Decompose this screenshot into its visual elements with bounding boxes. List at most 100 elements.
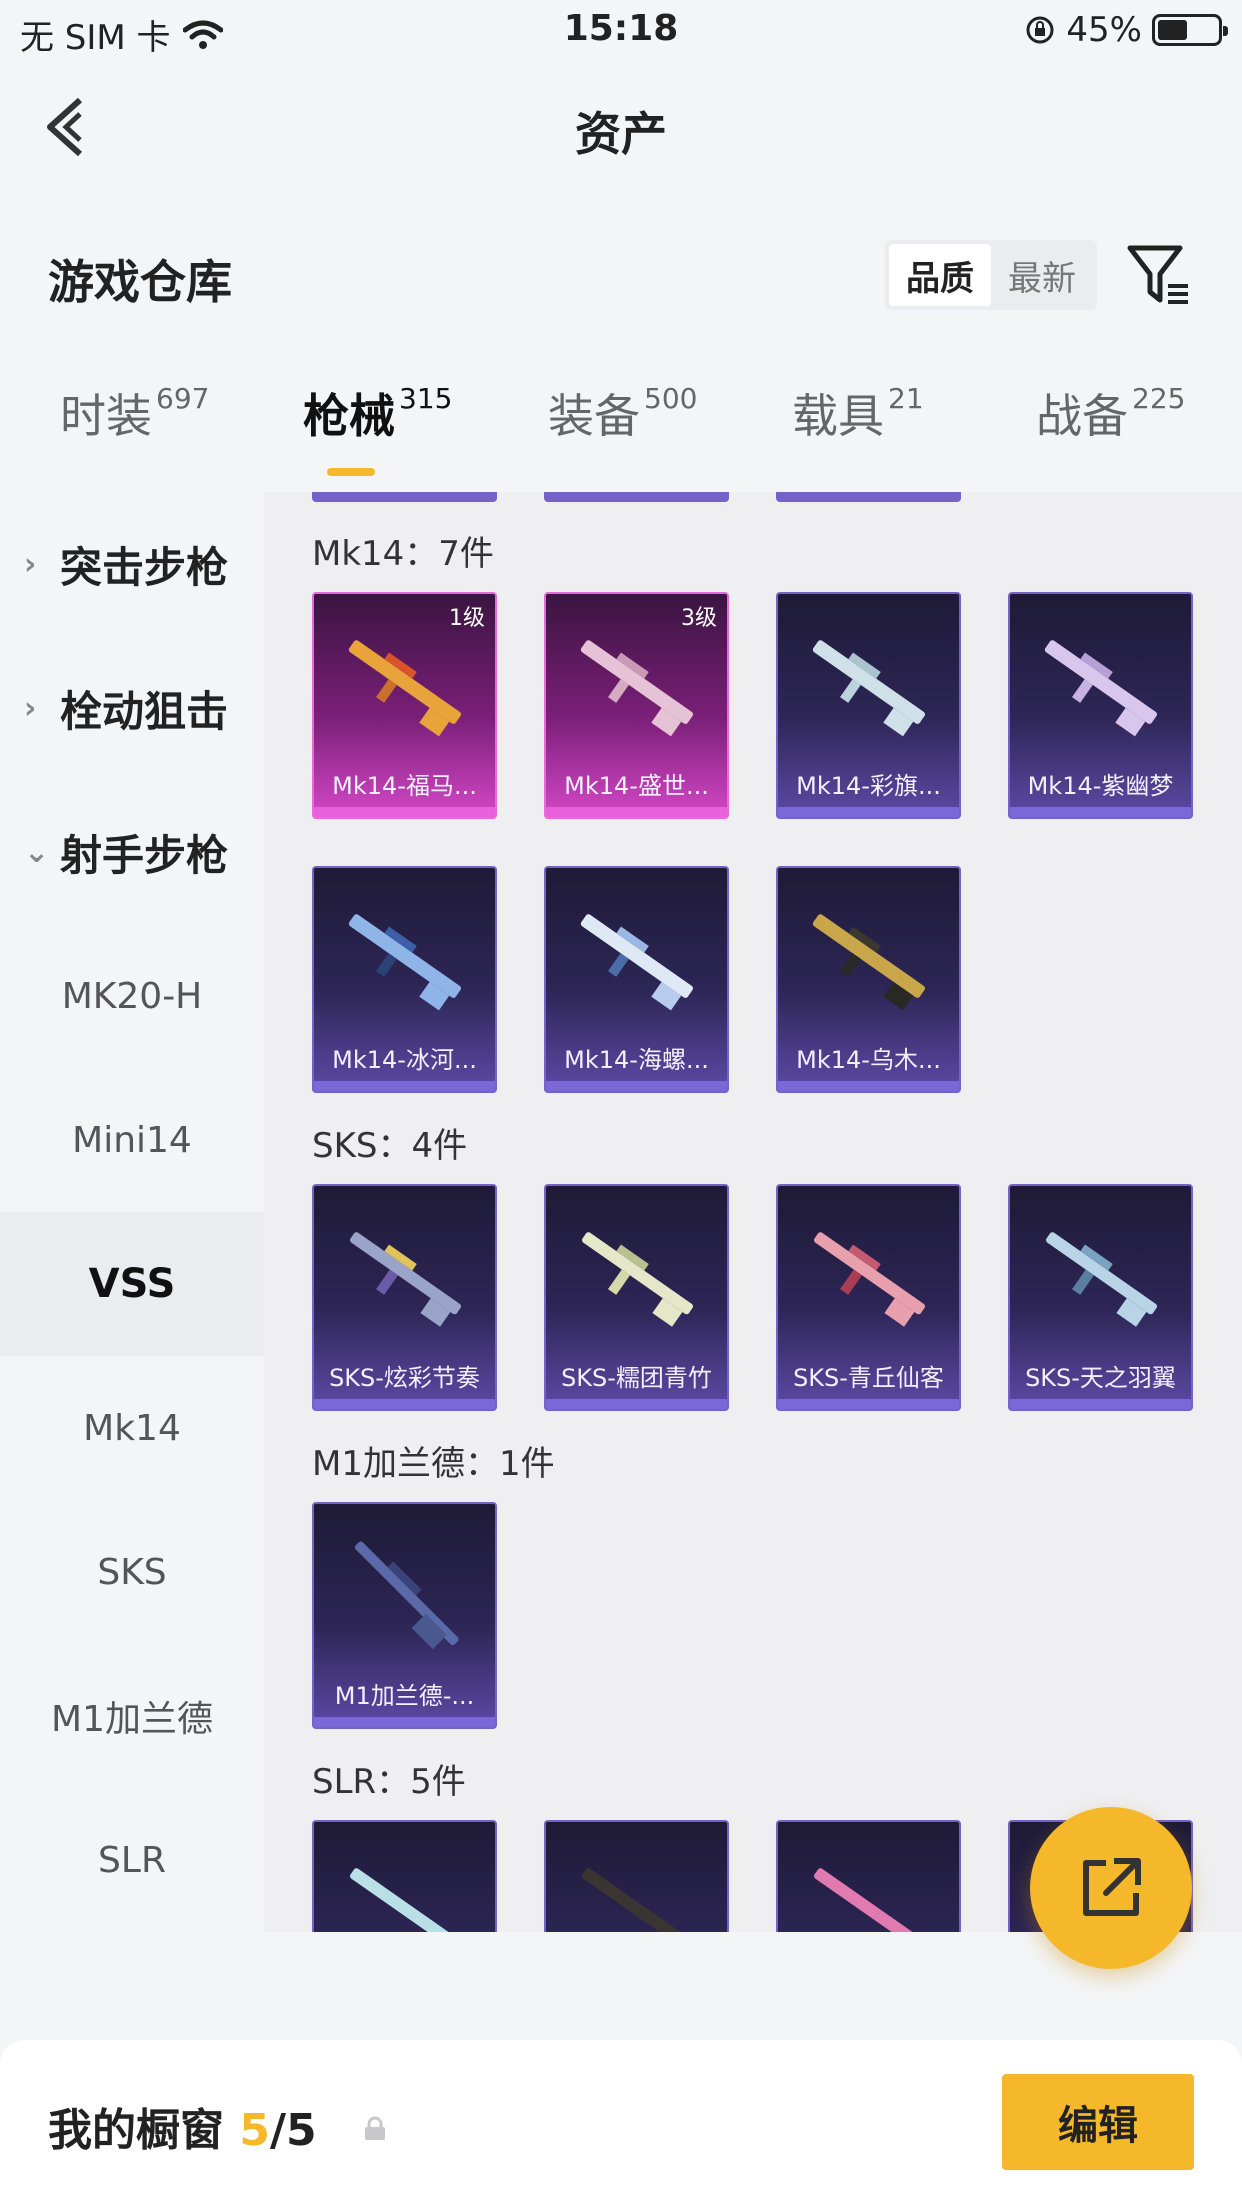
item-card[interactable] <box>544 1820 729 1932</box>
lock-icon <box>365 2116 385 2140</box>
warehouse-title: 游戏仓库 <box>48 255 232 309</box>
rifle-icon <box>814 1868 926 1932</box>
item-name: SKS-天之羽翼 <box>1025 1364 1176 1392</box>
tab-equipment[interactable]: 装备 500 <box>548 380 697 480</box>
card-edge <box>312 492 497 502</box>
tab-count: 500 <box>644 382 698 415</box>
sidebar-item-mini14[interactable]: Mini14 <box>0 1068 264 1212</box>
rarity-bar <box>546 807 727 817</box>
edit-button[interactable]: 编辑 <box>1002 2074 1194 2170</box>
item-name: Mk14-冰河... <box>332 1046 477 1074</box>
rifle-icon <box>812 914 926 1011</box>
rarity-bar <box>546 1399 727 1409</box>
sidebar-item-sks[interactable]: SKS <box>0 1500 264 1644</box>
chevron-right-icon: › <box>24 690 37 726</box>
item-card[interactable]: Mk14-彩旗... <box>776 592 961 819</box>
item-card[interactable]: SKS-炫彩节奏 <box>312 1184 497 1411</box>
sort-quality-button[interactable]: 品质 <box>889 244 991 306</box>
tab-label: 载具 <box>792 389 884 443</box>
chevron-right-icon: › <box>24 546 37 582</box>
chevron-down-icon: ⌄ <box>24 834 50 870</box>
filter-icon <box>1127 245 1188 304</box>
item-card[interactable]: SKS-天之羽翼 <box>1008 1184 1193 1411</box>
share-button[interactable] <box>1030 1807 1192 1969</box>
item-name: SKS-糯团青竹 <box>561 1364 712 1392</box>
tab-count: 697 <box>156 382 210 415</box>
showcase-label: 我的橱窗 5/5 <box>48 2094 317 2158</box>
item-card[interactable]: Mk14-乌木... <box>776 866 961 1093</box>
item-name: M1加兰德-... <box>334 1682 475 1710</box>
section-header-sks: SKS：4件 <box>312 1126 468 1166</box>
sidebar-item-mk20h[interactable]: MK20-H <box>0 924 264 1068</box>
showcase-current: 5 <box>239 2105 270 2156</box>
sidebar-item-vss[interactable]: VSS <box>0 1212 264 1356</box>
tab-fashion[interactable]: 时装 697 <box>60 380 209 480</box>
tab-count: 21 <box>888 382 924 415</box>
tab-supplies[interactable]: 战备 225 <box>1036 380 1185 480</box>
sidebar-item-m1-garand[interactable]: M1加兰德 <box>0 1644 264 1788</box>
category-tabs: 时装 697 枪械 315 装备 500 载具 21 战备 225 <box>0 380 1242 490</box>
item-name: Mk14-盛世... <box>564 772 709 800</box>
sidebar-group-label: 栓动狙击 <box>60 686 229 736</box>
rifle-icon <box>814 1232 926 1327</box>
sidebar-group-bolt-snipers[interactable]: › 栓动狙击 <box>0 636 264 780</box>
rifle-icon <box>1046 1232 1158 1327</box>
item-name: Mk14-乌木... <box>796 1046 941 1074</box>
item-card[interactable]: SKS-青丘仙客 <box>776 1184 961 1411</box>
tab-vehicles[interactable]: 载具 21 <box>792 380 924 480</box>
section-header-slr: SLR：5件 <box>312 1762 466 1802</box>
showcase-total: /5 <box>269 2105 317 2156</box>
status-bar: 无 SIM 卡 15:18 45% <box>0 0 1242 62</box>
rifle-icon <box>348 914 462 1011</box>
filter-button[interactable] <box>1124 240 1194 310</box>
sidebar-item-slr[interactable]: SLR <box>0 1788 264 1932</box>
item-grid-scroll-area[interactable]: Mk14：7件 1级 Mk14-福马... 3级 Mk14-盛世... Mk14… <box>264 492 1242 1932</box>
tab-label: 枪械 <box>303 389 395 443</box>
tab-label: 时装 <box>60 389 152 443</box>
rotation-lock-icon <box>1026 16 1054 44</box>
item-name: Mk14-紫幽梦 <box>1027 772 1174 800</box>
sidebar-group-marksman-rifles[interactable]: ⌄ 射手步枪 <box>0 780 264 924</box>
item-card[interactable]: Mk14-紫幽梦 <box>1008 592 1193 819</box>
showcase-title: 我的橱窗 <box>48 2105 224 2156</box>
item-name: SKS-炫彩节奏 <box>329 1364 480 1392</box>
rarity-bar <box>778 1399 959 1409</box>
rarity-bar <box>778 807 959 817</box>
item-card[interactable]: 1级 Mk14-福马... <box>312 592 497 819</box>
item-card[interactable] <box>312 1820 497 1932</box>
rarity-bar <box>314 1399 495 1409</box>
card-edge <box>776 492 961 502</box>
item-card[interactable]: Mk14-海螺... <box>544 866 729 1093</box>
sidebar-item-mk14[interactable]: Mk14 <box>0 1356 264 1500</box>
item-name: SKS-青丘仙客 <box>793 1364 944 1392</box>
rarity-bar <box>314 1717 495 1727</box>
section-header-m1-garand: M1加兰德：1件 <box>312 1444 555 1484</box>
rifle-icon <box>580 914 694 1011</box>
battery-icon <box>1152 14 1228 46</box>
item-card[interactable]: SKS-糯团青竹 <box>544 1184 729 1411</box>
card-edge <box>544 492 729 502</box>
item-card[interactable]: 3级 Mk14-盛世... <box>544 592 729 819</box>
rifle-icon <box>348 640 462 737</box>
showcase-count: 5/5 <box>239 2105 316 2156</box>
item-card[interactable]: M1加兰德-... <box>312 1502 497 1729</box>
nav-bar: 资产 <box>0 62 1242 192</box>
rifle-icon <box>582 1868 694 1932</box>
sidebar-group-assault-rifles[interactable]: › 突击步枪 <box>0 492 264 636</box>
section-header-mk14: Mk14：7件 <box>312 534 494 574</box>
sort-latest-button[interactable]: 最新 <box>991 244 1093 306</box>
tab-firearms[interactable]: 枪械 315 <box>303 380 452 480</box>
tab-label: 战备 <box>1036 389 1128 443</box>
rifle-icon <box>1044 640 1158 737</box>
rifle-icon <box>812 640 926 737</box>
showcase-panel: 我的橱窗 5/5 编辑 <box>0 2040 1242 2208</box>
rifle-icon <box>354 1541 459 1650</box>
item-name: Mk14-海螺... <box>564 1046 709 1074</box>
item-card[interactable] <box>776 1820 961 1932</box>
rarity-bar <box>1010 807 1191 817</box>
sidebar-group-label: 射手步枪 <box>60 830 229 880</box>
rarity-bar <box>778 1081 959 1091</box>
item-card[interactable]: Mk14-冰河... <box>312 866 497 1093</box>
status-right: 45% <box>1024 10 1228 50</box>
sidebar-group-label: 突击步枪 <box>60 542 229 592</box>
